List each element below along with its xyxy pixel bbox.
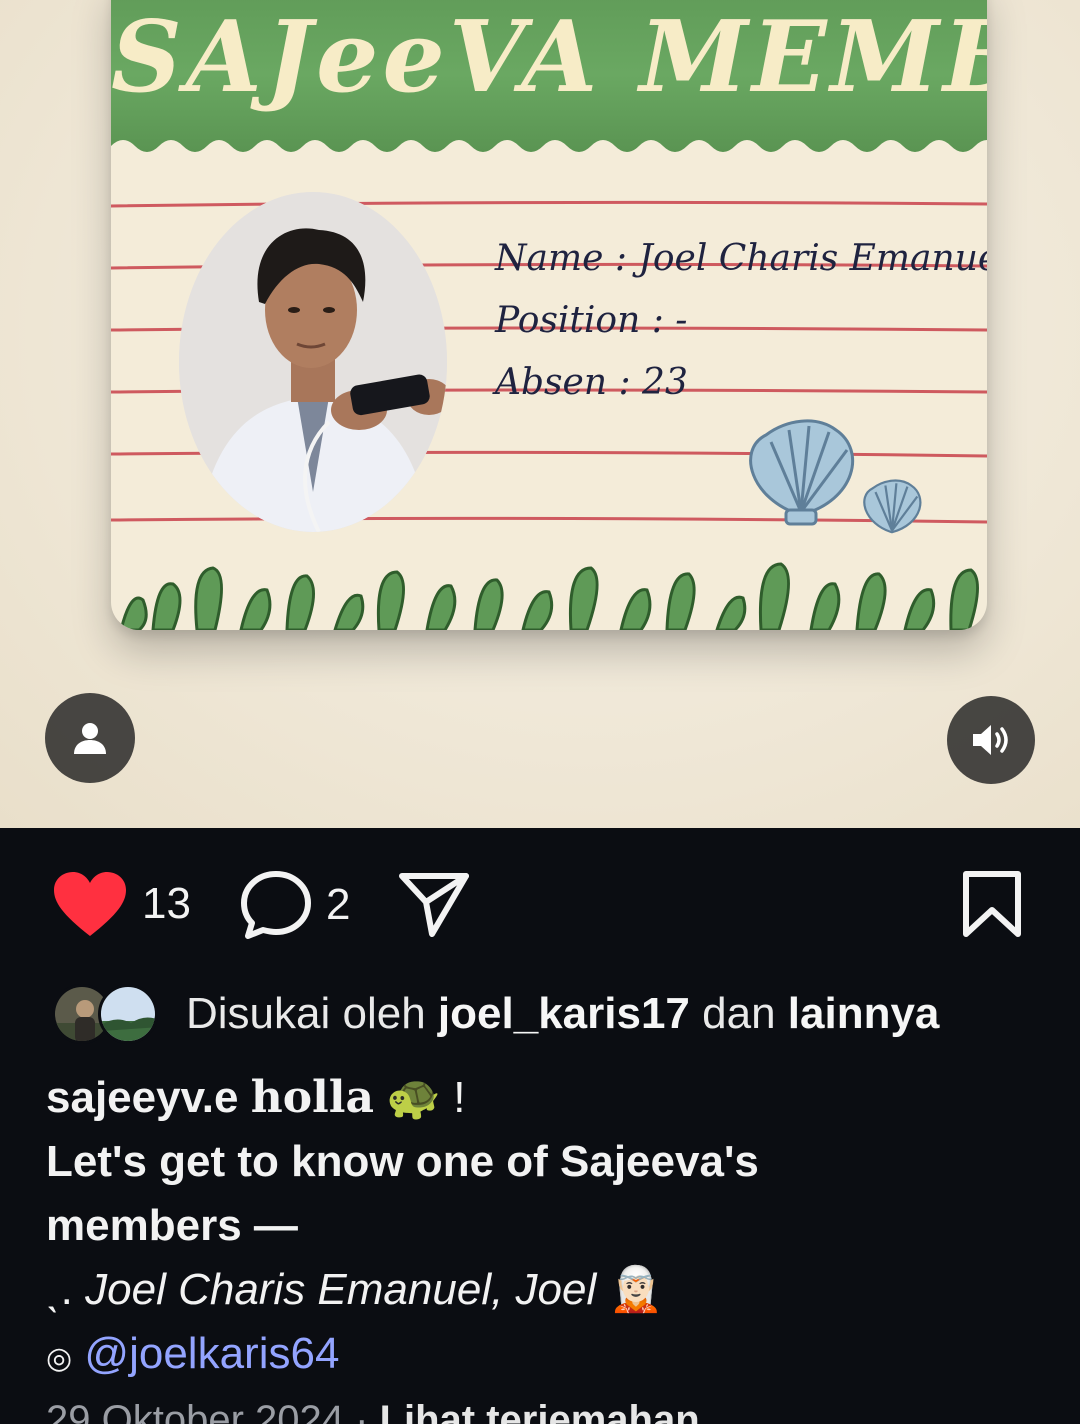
card-absen-row: Absen : 23 <box>495 362 688 403</box>
liked-by-text: Disukai oleh joel_karis17 dan lainnya <box>186 989 939 1039</box>
card-name-label: Name <box>495 238 604 279</box>
elf-icon: 🧝🏻 <box>608 1265 664 1314</box>
send-icon[interactable] <box>398 870 470 938</box>
liked-by-user[interactable]: joel_karis17 <box>438 989 690 1038</box>
caption-username[interactable]: sajeeyv.e <box>46 1073 238 1122</box>
card-name-value: : Joel Charis Emanuel <box>614 238 987 279</box>
card-absen-label: Absen <box>495 362 608 403</box>
liked-by-others[interactable]: lainnya <box>788 989 940 1038</box>
card-absen-value: : 23 <box>618 362 688 403</box>
caption-exclaim: ! <box>453 1073 466 1122</box>
save-group <box>962 870 1022 938</box>
share-group <box>398 870 470 938</box>
tagged-people-button[interactable] <box>45 693 135 783</box>
post-caption: sajeeyv.e holla 🐢 ! Let's get to know on… <box>46 1066 1036 1391</box>
post-action-bar: 13 2 <box>0 828 1080 978</box>
caption-bullet: ˎ. <box>46 1265 73 1314</box>
caption-line-2: Let's get to know one of Sajeeva's <box>46 1137 759 1186</box>
post-media[interactable]: SAJeeVA MEMBER <box>0 0 1080 828</box>
caption-line-3: members — <box>46 1201 298 1250</box>
speaker-icon <box>973 725 1008 755</box>
caption-line-4: ˎ. Joel Charis Emanuel, Joel 🧝🏻 <box>46 1258 1036 1322</box>
caption-greeting: holla <box>250 1072 374 1123</box>
liked-by-row[interactable]: Disukai oleh joel_karis17 dan lainnya <box>52 982 939 1046</box>
avatar <box>98 984 158 1044</box>
card-position-value: : - <box>651 300 688 341</box>
liked-by-prefix: Disukai oleh <box>186 989 426 1038</box>
liked-by-middle: dan <box>702 989 776 1038</box>
caption-line-1: sajeeyv.e holla 🐢 ! <box>46 1066 1036 1130</box>
sound-toggle-button[interactable] <box>947 696 1035 784</box>
comment-group: 2 <box>240 870 350 940</box>
card-position-row: Position : - <box>495 300 687 341</box>
caption-line-5: ◎ @joelkaris64 <box>46 1322 1036 1391</box>
person-icon <box>74 723 106 754</box>
likes-count[interactable]: 13 <box>142 879 191 929</box>
member-card-image: SAJeeVA MEMBER <box>111 0 987 630</box>
bookmark-icon[interactable] <box>962 870 1022 938</box>
caption-member-name: Joel Charis Emanuel, Joel <box>85 1265 597 1314</box>
member-photo <box>179 192 447 532</box>
post-date: 29 Oktober 2024 <box>46 1398 344 1424</box>
card-title: SAJeeVA MEMBER <box>111 0 987 115</box>
caption-mention-link[interactable]: @joelkaris64 <box>84 1329 339 1378</box>
spiral-icon: ◎ <box>46 1342 73 1375</box>
like-group: 13 <box>52 870 191 938</box>
heart-icon[interactable] <box>52 870 128 938</box>
see-translation-link[interactable]: Lihat terjemahan <box>380 1398 700 1424</box>
post-meta-row: 29 Oktober 2024 · Lihat terjemahan <box>46 1398 700 1424</box>
card-name-row: Name : Joel Charis Emanuel <box>495 238 987 279</box>
meta-separator: · <box>355 1398 369 1424</box>
comments-count[interactable]: 2 <box>326 880 350 930</box>
card-position-label: Position <box>495 300 641 341</box>
comment-icon[interactable] <box>240 870 312 940</box>
turtle-icon: 🐢 <box>386 1073 442 1122</box>
